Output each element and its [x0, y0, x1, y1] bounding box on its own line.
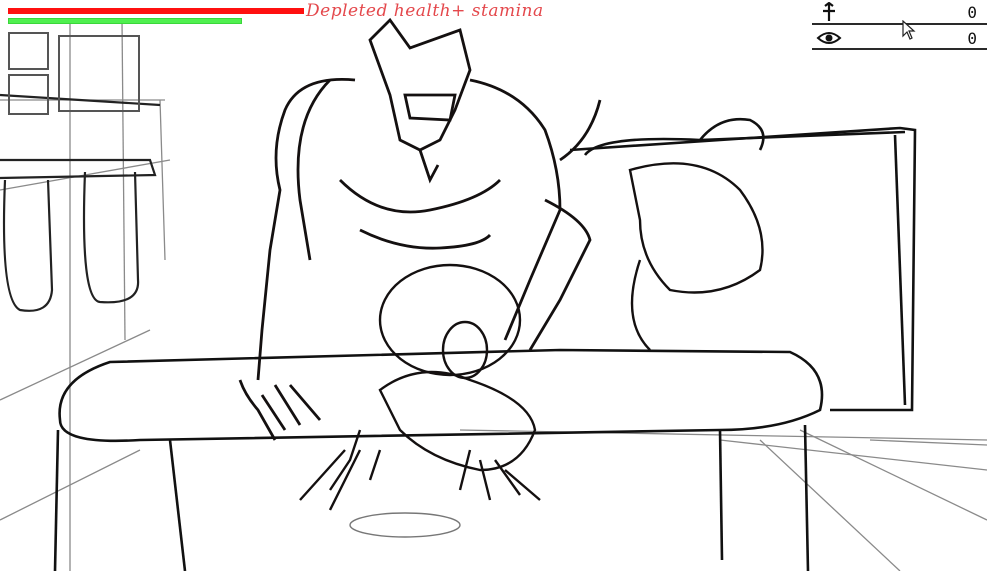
floor-puddle: [349, 512, 461, 538]
inventory-slot-2[interactable]: [58, 35, 140, 112]
room-background: [0, 19, 987, 571]
sword-icon: [823, 2, 835, 21]
stamina-bar: [8, 18, 242, 24]
counters-panel: 0 0: [810, 0, 987, 52]
counter-row-sword: 0: [810, 0, 987, 25]
divider: [812, 23, 987, 25]
divider: [812, 48, 987, 50]
sword-count: 0: [967, 3, 977, 22]
health-bar: [8, 8, 304, 14]
standing-creature: [238, 17, 602, 441]
sketch-scene: [0, 17, 987, 571]
status-note: Depleted health+ stamina: [306, 1, 544, 21]
counter-row-eye: 0: [810, 26, 987, 50]
inventory-slot-3[interactable]: [8, 74, 49, 115]
background-table: [0, 93, 161, 312]
health-fill: [8, 8, 304, 14]
eye-count: 0: [967, 29, 977, 48]
eye-icon: [816, 32, 842, 44]
mouse-cursor-icon: [902, 20, 916, 40]
bench: [53, 117, 917, 571]
crouched-figure: [299, 162, 764, 511]
inventory-slot-1[interactable]: [8, 32, 49, 70]
stamina-fill: [9, 19, 241, 23]
